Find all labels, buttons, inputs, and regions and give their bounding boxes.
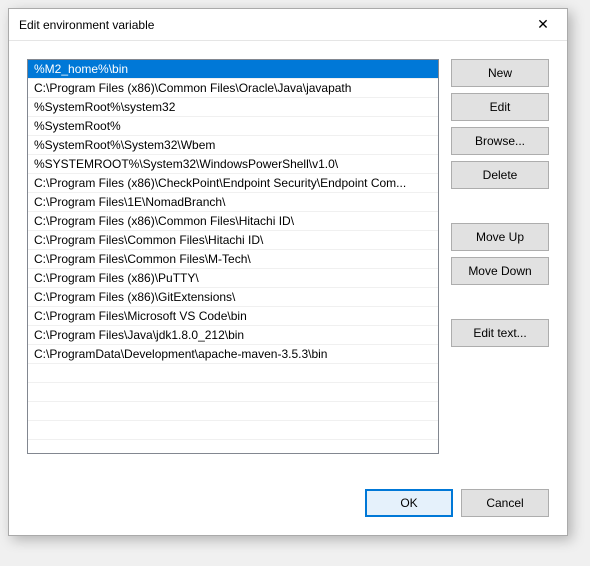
list-item[interactable]: C:\ProgramData\Development\apache-maven-… (28, 345, 438, 364)
delete-button[interactable]: Delete (451, 161, 549, 189)
edit-button[interactable]: Edit (451, 93, 549, 121)
new-button[interactable]: New (451, 59, 549, 87)
window-title: Edit environment variable (19, 18, 154, 32)
list-item[interactable]: C:\Program Files (x86)\CheckPoint\Endpoi… (28, 174, 438, 193)
list-item[interactable]: C:\Program Files (x86)\PuTTY\ (28, 269, 438, 288)
list-item[interactable]: C:\Program Files\Microsoft VS Code\bin (28, 307, 438, 326)
list-item (28, 364, 438, 383)
button-sidebar: New Edit Browse... Delete Move Up Move D… (451, 59, 549, 475)
spacer (451, 291, 549, 319)
list-item[interactable]: C:\Program Files (x86)\Common Files\Orac… (28, 79, 438, 98)
path-listbox[interactable]: %M2_home%\binC:\Program Files (x86)\Comm… (27, 59, 439, 454)
list-item[interactable]: %SystemRoot%\system32 (28, 98, 438, 117)
list-item[interactable]: C:\Program Files\1E\NomadBranch\ (28, 193, 438, 212)
ok-button[interactable]: OK (365, 489, 453, 517)
title-bar: Edit environment variable ✕ (9, 9, 567, 41)
list-item (28, 383, 438, 402)
move-down-button[interactable]: Move Down (451, 257, 549, 285)
close-icon: ✕ (537, 16, 549, 33)
list-item[interactable]: C:\Program Files\Common Files\Hitachi ID… (28, 231, 438, 250)
list-item[interactable]: %SystemRoot%\System32\Wbem (28, 136, 438, 155)
list-item[interactable]: %M2_home%\bin (28, 60, 438, 79)
move-up-button[interactable]: Move Up (451, 223, 549, 251)
dialog-footer: OK Cancel (9, 485, 567, 535)
list-item[interactable]: C:\Program Files (x86)\Common Files\Hita… (28, 212, 438, 231)
list-item[interactable]: C:\Program Files\Java\jdk1.8.0_212\bin (28, 326, 438, 345)
close-button[interactable]: ✕ (527, 13, 559, 37)
cancel-button[interactable]: Cancel (461, 489, 549, 517)
list-item[interactable]: %SystemRoot% (28, 117, 438, 136)
list-item[interactable]: %SYSTEMROOT%\System32\WindowsPowerShell\… (28, 155, 438, 174)
dialog-window: Edit environment variable ✕ %M2_home%\bi… (8, 8, 568, 536)
edit-text-button[interactable]: Edit text... (451, 319, 549, 347)
list-item[interactable]: C:\Program Files (x86)\GitExtensions\ (28, 288, 438, 307)
browse-button[interactable]: Browse... (451, 127, 549, 155)
list-item (28, 402, 438, 421)
list-item[interactable]: C:\Program Files\Common Files\M-Tech\ (28, 250, 438, 269)
spacer (451, 195, 549, 223)
content-area: %M2_home%\binC:\Program Files (x86)\Comm… (9, 41, 567, 485)
list-item (28, 421, 438, 440)
